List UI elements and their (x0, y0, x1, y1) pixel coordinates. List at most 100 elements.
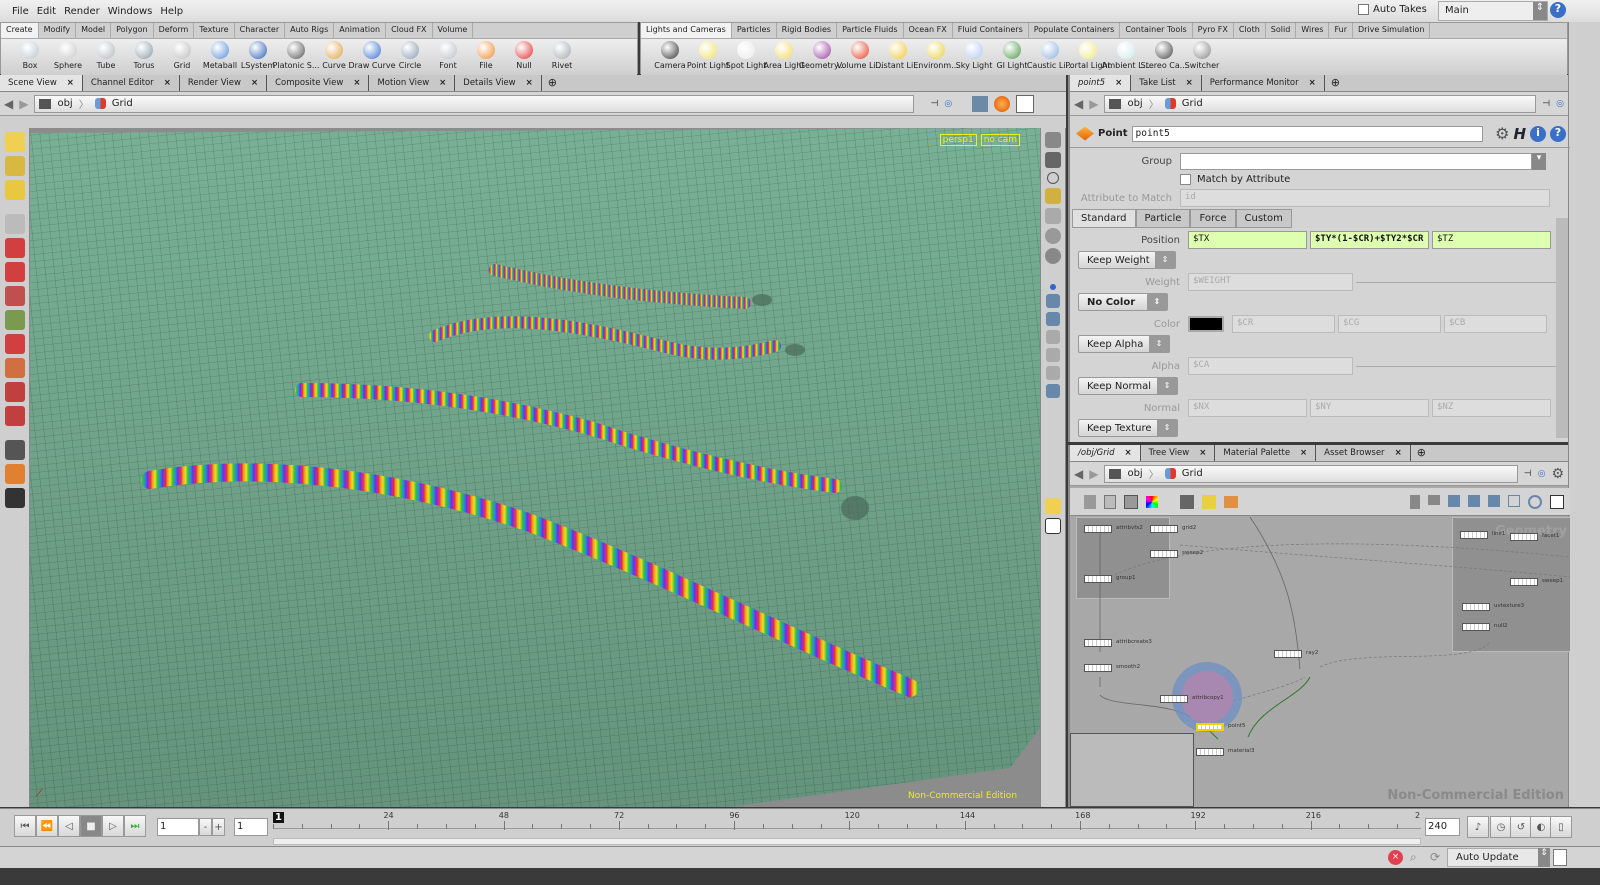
step-back-key-icon[interactable]: ⏪ (36, 815, 58, 837)
search-icon[interactable] (1528, 494, 1542, 509)
shelf-tool[interactable]: Spot Light (726, 41, 766, 73)
shelf-tool[interactable]: Camera (651, 41, 689, 73)
shelf-tool[interactable]: Area Light (764, 41, 804, 73)
close-icon[interactable]: × (164, 78, 171, 88)
gear-icon[interactable]: ⚙ (1551, 466, 1564, 482)
houdini-help-icon[interactable]: H (1513, 125, 1526, 143)
gear-icon[interactable]: ⚙ (1495, 124, 1509, 143)
shelf-tool[interactable]: Rivet (543, 41, 581, 73)
path-field[interactable]: obj 〉 Grid (1104, 464, 1518, 483)
subtab-custom[interactable]: Custom (1235, 209, 1292, 228)
ghost-icon[interactable] (1045, 152, 1061, 168)
search-icon[interactable]: ⌕ (1410, 850, 1417, 865)
network-node[interactable] (1510, 578, 1538, 586)
shelf-tab[interactable]: Lights and Cameras (641, 23, 732, 38)
pane-tab[interactable]: Details View × (455, 75, 542, 91)
forward-arrow-icon[interactable]: ▶ (1089, 467, 1098, 481)
network-node[interactable] (1460, 531, 1488, 539)
background-toggle-icon[interactable] (1016, 94, 1035, 113)
grid-layout-icon[interactable] (1045, 498, 1061, 514)
select-tool-icon[interactable] (4, 132, 25, 152)
texture-menu[interactable]: Keep Texture ⇕ (1078, 419, 1178, 437)
help-icon[interactable]: ? (1550, 2, 1566, 18)
color-g-field[interactable]: $CG (1338, 315, 1441, 333)
shelf-tool[interactable]: Stereo Ca... (1141, 41, 1187, 73)
refresh-icon[interactable]: ⟳ (1430, 850, 1440, 864)
pane-tab[interactable]: Performance Monitor × (1202, 75, 1325, 91)
render-region-icon[interactable] (4, 464, 25, 484)
play-icon[interactable]: ▷ (102, 815, 124, 837)
color-palette-icon[interactable] (1146, 495, 1158, 508)
add-tab-icon[interactable]: ⊕ (542, 75, 563, 91)
weight-menu[interactable]: Keep Weight ⇕ (1078, 251, 1176, 269)
add-tab-icon[interactable]: ⊕ (1325, 75, 1346, 91)
close-icon[interactable]: × (251, 78, 258, 88)
forward-arrow-icon[interactable]: ▶ (19, 97, 28, 111)
pane-tab[interactable]: Scene View × (0, 75, 83, 91)
color-menu[interactable]: No Color ⇕ (1078, 293, 1168, 311)
shelf-tool[interactable]: Grid (163, 41, 201, 73)
forward-arrow-icon[interactable]: ▶ (1089, 97, 1098, 111)
align-vertical-icon[interactable] (1410, 494, 1420, 509)
shelf-tool[interactable]: Null (505, 41, 543, 73)
pane-tab[interactable]: Composite View × (267, 75, 370, 91)
shelf-tool[interactable]: Metaball (201, 41, 239, 73)
close-icon[interactable]: × (1309, 78, 1316, 88)
network-overview-map[interactable] (1070, 733, 1194, 807)
shelf-tab[interactable]: Polygon (111, 23, 154, 38)
path-grid[interactable]: Grid (112, 98, 133, 109)
shading-sphere-icon[interactable] (994, 95, 1011, 112)
magnet2-tool-icon[interactable] (4, 406, 25, 426)
display-cube-icon[interactable] (972, 95, 989, 112)
link-icon[interactable]: ◎ (944, 99, 952, 109)
shelf-tool[interactable]: Sky Light (955, 41, 993, 73)
keys-icon[interactable]: ◐ (1530, 816, 1552, 838)
cam-menu[interactable]: no cam (980, 134, 1020, 146)
alpha-menu[interactable]: Keep Alpha ⇕ (1078, 335, 1170, 353)
subtab-standard[interactable]: Standard (1072, 209, 1136, 228)
pin-icon[interactable]: ⊣ (930, 99, 938, 109)
pointer-icon[interactable] (4, 214, 25, 234)
network-node[interactable] (1084, 639, 1112, 647)
shelf-tab[interactable]: Solid (1266, 23, 1297, 38)
close-icon[interactable]: × (1300, 448, 1307, 458)
pane-tab[interactable]: /obj/Grid × (1070, 445, 1141, 461)
path-obj[interactable]: obj (1127, 98, 1142, 109)
shelf-tool[interactable]: Geometry... (799, 41, 845, 73)
sphere2-icon[interactable] (1045, 248, 1061, 264)
shelf-tab[interactable]: Particle Fluids (837, 23, 904, 38)
prim-icon[interactable] (1046, 348, 1060, 362)
shelf-tool[interactable]: Sphere (49, 41, 87, 73)
position-z-field[interactable]: $TZ (1432, 231, 1551, 249)
shelf-tab[interactable]: Populate Containers (1029, 23, 1121, 38)
network-node[interactable] (1084, 664, 1112, 672)
close-icon[interactable]: × (1125, 448, 1132, 458)
menu-render[interactable]: Render (64, 6, 100, 17)
network-node[interactable] (1084, 575, 1112, 583)
subtab-particle[interactable]: Particle (1135, 209, 1191, 228)
shelf-tab[interactable]: Fluid Containers (953, 23, 1029, 38)
jump-end-icon[interactable]: ⏭ (124, 815, 146, 837)
view-tool-icon[interactable] (4, 440, 25, 460)
menu-edit[interactable]: Edit (37, 6, 56, 17)
shelf-tool[interactable]: Torus (125, 41, 163, 73)
network-node[interactable] (1150, 525, 1178, 533)
update-mode-select[interactable]: Auto Update (1447, 848, 1547, 867)
stop-icon[interactable]: ■ (80, 815, 102, 837)
close-icon[interactable]: × (353, 78, 360, 88)
close-icon[interactable]: × (439, 78, 446, 88)
play-reverse-icon[interactable]: ◁ (58, 815, 80, 837)
network-node[interactable] (1160, 695, 1188, 703)
shelf-tab[interactable]: Texture (194, 23, 235, 38)
shelf-tab[interactable]: Drive Simulation (1353, 23, 1431, 38)
pane-tab[interactable]: Material Palette × (1215, 445, 1317, 461)
match-by-attribute-checkbox[interactable] (1180, 173, 1191, 185)
rotate-tool-icon[interactable] (4, 262, 25, 282)
normal-display-icon[interactable] (1046, 294, 1060, 308)
shelf-tool[interactable]: Ambient L... (1102, 41, 1150, 73)
path-obj[interactable]: obj (1127, 468, 1142, 479)
light-icon[interactable] (1045, 188, 1061, 204)
brush-tool-icon[interactable] (4, 358, 25, 378)
handle-tool-icon[interactable] (4, 310, 25, 330)
close-icon[interactable]: × (1199, 448, 1206, 458)
